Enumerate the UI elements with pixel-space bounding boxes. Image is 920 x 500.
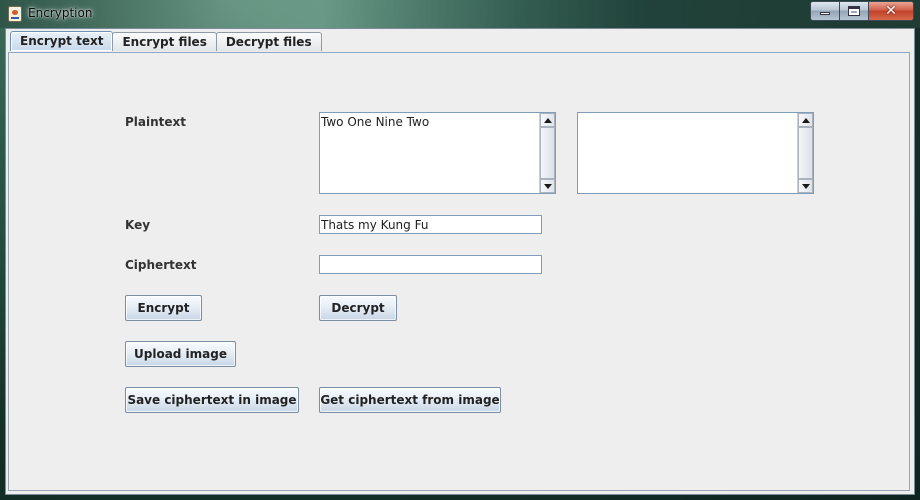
encrypt-button[interactable]: Encrypt: [125, 295, 202, 321]
title-bar[interactable]: Encryption ✕: [0, 0, 920, 28]
ciphertext-label: Ciphertext: [125, 258, 197, 272]
tab-decrypt-files[interactable]: Decrypt files: [215, 32, 322, 51]
ciphertext-input[interactable]: [319, 255, 542, 274]
close-icon: ✕: [885, 3, 897, 19]
window-title: Encryption: [28, 6, 93, 20]
get-ciphertext-from-image-button[interactable]: Get ciphertext from image: [319, 387, 501, 413]
plaintext-input[interactable]: Two One Nine Two: [320, 113, 541, 193]
plaintext-scrollbar[interactable]: [539, 113, 555, 193]
upload-image-button[interactable]: Upload image: [125, 341, 236, 367]
window-content: Encrypt text Encrypt files Decrypt files…: [5, 28, 915, 495]
output-scrollbar[interactable]: [797, 113, 813, 193]
decrypt-button[interactable]: Decrypt: [319, 295, 397, 321]
scroll-up-arrow-icon[interactable]: [798, 113, 813, 127]
java-cup-icon[interactable]: [8, 6, 22, 22]
plaintext-area-container: Two One Nine Two: [319, 112, 556, 194]
scroll-up-arrow-icon[interactable]: [540, 113, 555, 127]
application-window: Encryption ✕ Encrypt text Encrypt files …: [0, 0, 920, 500]
tab-strip: Encrypt text Encrypt files Decrypt files: [10, 31, 322, 52]
minimize-button[interactable]: [811, 2, 840, 20]
output-area-container: [577, 112, 814, 194]
plaintext-label: Plaintext: [125, 115, 187, 129]
scroll-down-arrow-icon[interactable]: [540, 179, 555, 193]
minimize-icon: [820, 12, 830, 15]
scrollbar-thumb[interactable]: [798, 127, 813, 179]
close-button[interactable]: ✕: [869, 2, 913, 20]
scrollbar-thumb[interactable]: [540, 127, 555, 179]
key-input[interactable]: [319, 215, 542, 234]
scroll-down-arrow-icon[interactable]: [798, 179, 813, 193]
key-label: Key: [125, 218, 151, 232]
encrypt-text-panel: Plaintext Two One Nine Two Key Thats my …: [8, 52, 910, 491]
tab-encrypt-text[interactable]: Encrypt text: [10, 31, 114, 51]
save-ciphertext-in-image-button[interactable]: Save ciphertext in image: [125, 387, 299, 413]
tab-encrypt-files[interactable]: Encrypt files: [112, 32, 217, 51]
maximize-icon: [848, 6, 860, 16]
window-controls: ✕: [810, 1, 914, 21]
maximize-button[interactable]: [840, 2, 869, 20]
output-textarea[interactable]: [578, 113, 799, 193]
